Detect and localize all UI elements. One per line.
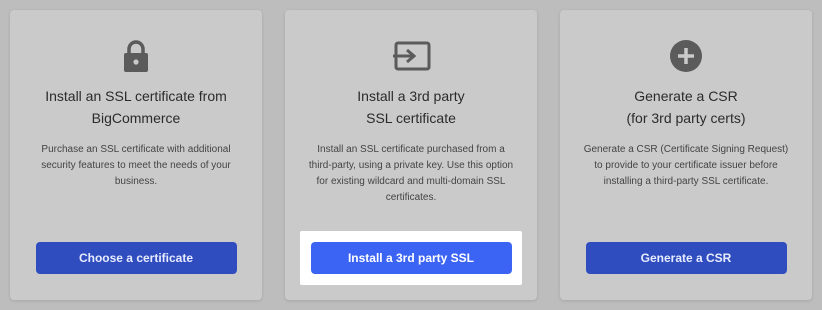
card-description: Install an SSL certificate purchased fro… — [308, 144, 514, 203]
import-icon — [285, 38, 537, 74]
card-description: Generate a CSR (Certificate Signing Requ… — [583, 144, 789, 187]
card-title: Generate a CSR (for 3rd party certs) — [626, 88, 746, 126]
lock-icon — [10, 38, 262, 74]
card-install-bigcommerce-ssl: Install an SSL certificate from BigComme… — [10, 10, 262, 300]
choose-certificate-button[interactable]: Choose a certificate — [35, 242, 237, 274]
install-third-party-ssl-button[interactable]: Install a 3rd party SSL — [310, 242, 512, 274]
plus-circle-icon — [560, 38, 812, 74]
card-title: Install an SSL certificate from BigComme… — [45, 88, 227, 126]
generate-csr-button[interactable]: Generate a CSR — [585, 242, 787, 274]
card-description: Purchase an SSL certificate with additio… — [41, 144, 231, 187]
card-generate-csr: Generate a CSR (for 3rd party certs) Gen… — [560, 10, 812, 300]
card-title: Install a 3rd party SSL certificate — [357, 88, 465, 126]
card-install-third-party-ssl: Install a 3rd party SSL certificate Inst… — [285, 10, 537, 300]
highlight-frame: Install a 3rd party SSL — [300, 231, 522, 285]
